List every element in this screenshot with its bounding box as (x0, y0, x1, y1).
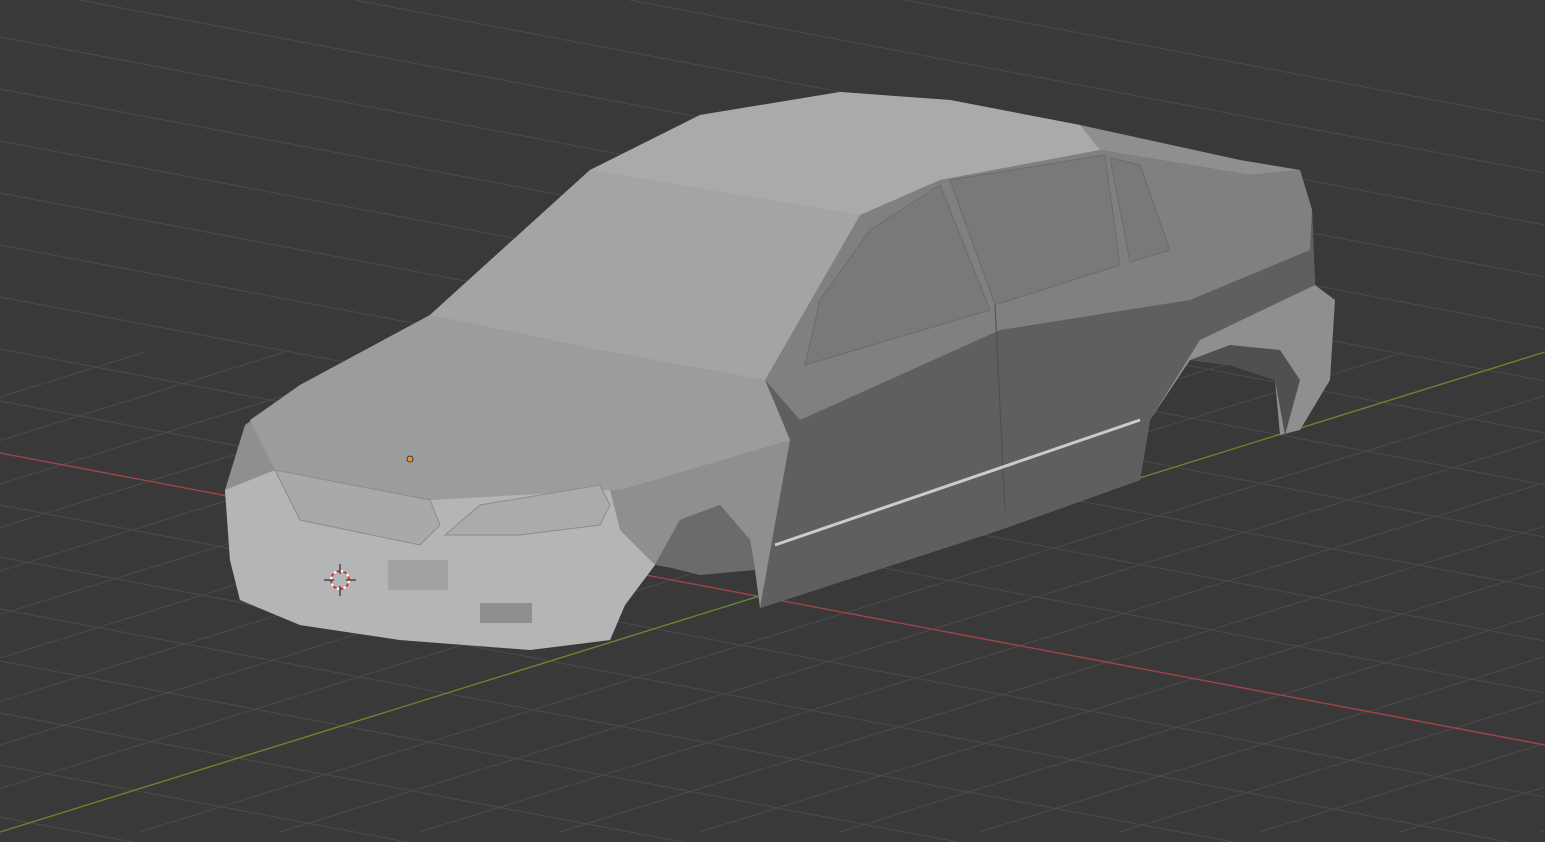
3d-viewport[interactable] (0, 0, 1545, 842)
grid-line (0, 764, 408, 842)
car-model[interactable] (225, 92, 1335, 650)
grid-line (0, 351, 286, 441)
grid-line (1399, 786, 1545, 833)
grid-line (1539, 829, 1545, 833)
grid-line (0, 816, 133, 842)
grid-line (904, 0, 1545, 122)
object-origin-dot[interactable] (406, 455, 414, 463)
viewport-canvas[interactable] (0, 0, 1545, 842)
grid-line (839, 612, 1545, 833)
grid-line (1119, 699, 1545, 833)
license-plate-area (388, 560, 448, 590)
grid-line (0, 660, 958, 842)
fog-light-right (480, 603, 532, 623)
grid-line (979, 656, 1545, 833)
grid-line (1259, 743, 1545, 833)
grid-line (0, 556, 1509, 842)
grid-line (0, 712, 683, 842)
grid-line (0, 351, 146, 398)
